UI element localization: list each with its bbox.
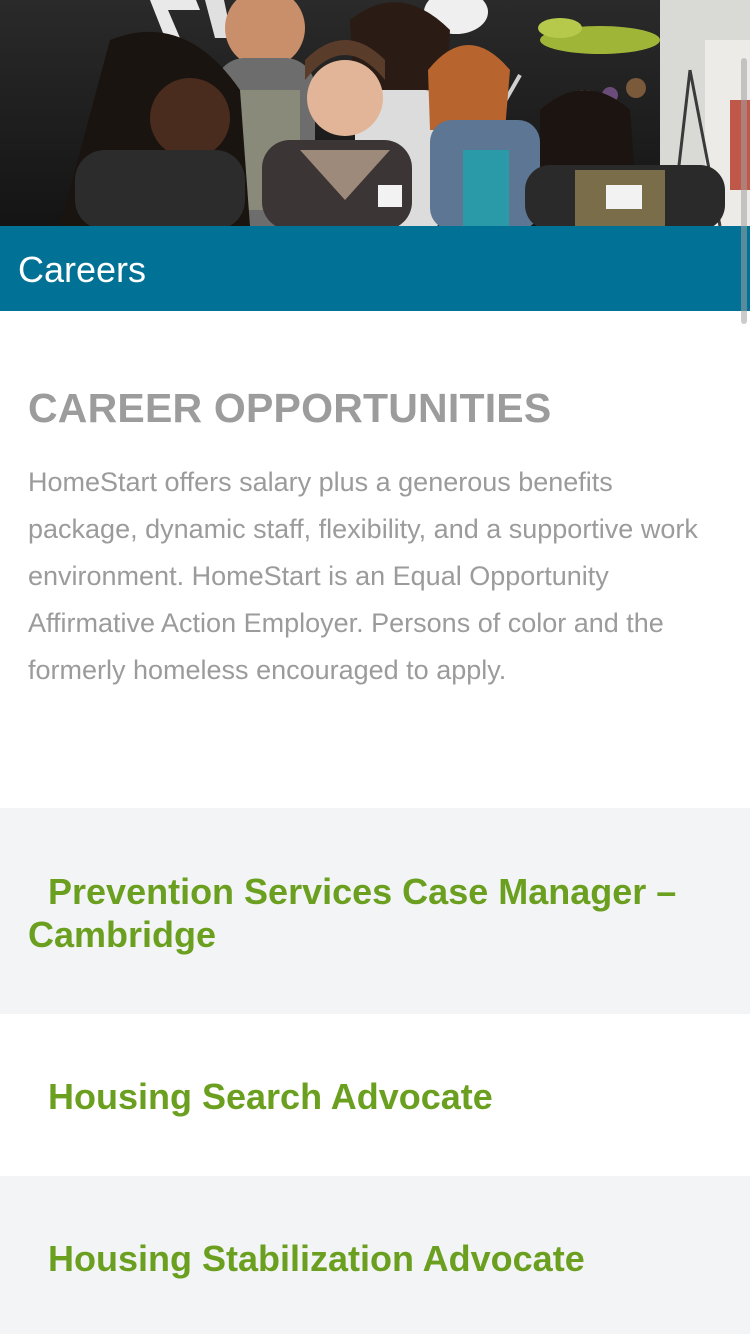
job-link-housing-search-advocate[interactable]: Housing Search Advocate — [28, 1075, 708, 1118]
page-header-banner: Careers — [0, 226, 750, 311]
scrollbar[interactable] — [741, 58, 747, 324]
page-title: Careers — [18, 248, 147, 290]
intro-paragraph: HomeStart offers salary plus a generous … — [28, 467, 698, 685]
job-link-housing-stabilization-advocate[interactable]: Housing Stabilization Advocate — [28, 1237, 708, 1280]
job-link-prevention-services-case-manager[interactable]: Prevention Services Case Manager – Cambr… — [28, 870, 708, 956]
job-listing-row: Housing Search Advocate — [0, 1014, 750, 1176]
job-listing-row: Prevention Services Case Manager – Cambr… — [0, 808, 750, 1014]
job-listing-row: Housing Stabilization Advocate — [0, 1176, 750, 1334]
section-heading: CAREER OPPORTUNITIES — [28, 385, 552, 431]
career-intro: CAREER OPPORTUNITIES HomeStart offers sa… — [28, 380, 728, 694]
group-photo-illustration — [0, 0, 750, 226]
hero-photo — [0, 0, 750, 226]
